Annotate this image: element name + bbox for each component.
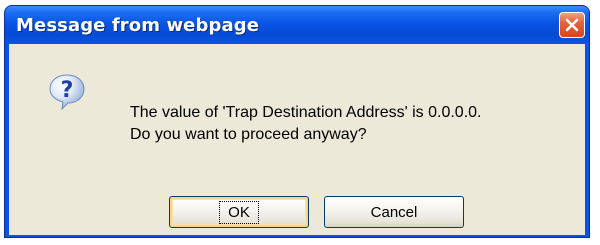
cancel-button[interactable]: Cancel xyxy=(324,196,464,228)
close-icon xyxy=(565,18,579,32)
message-line-1: The value of 'Trap Destination Address' … xyxy=(130,104,482,121)
message-dialog: Message from webpage ? The value of 'Tra… xyxy=(4,5,590,238)
cancel-button-label: Cancel xyxy=(370,203,418,221)
screen: Message from webpage ? The value of 'Tra… xyxy=(0,0,600,245)
message-line-2: Do you want to proceed anyway? xyxy=(130,126,367,143)
close-button[interactable] xyxy=(559,12,585,38)
question-icon: ? xyxy=(49,74,85,111)
dialog-body: ? The value of 'Trap Destination Address… xyxy=(9,44,585,235)
svg-text:?: ? xyxy=(61,78,74,103)
title-bar[interactable]: Message from webpage xyxy=(5,6,589,44)
dialog-title: Message from webpage xyxy=(16,15,259,36)
ok-button[interactable]: OK xyxy=(169,196,309,228)
ok-button-label: OK xyxy=(219,200,259,224)
